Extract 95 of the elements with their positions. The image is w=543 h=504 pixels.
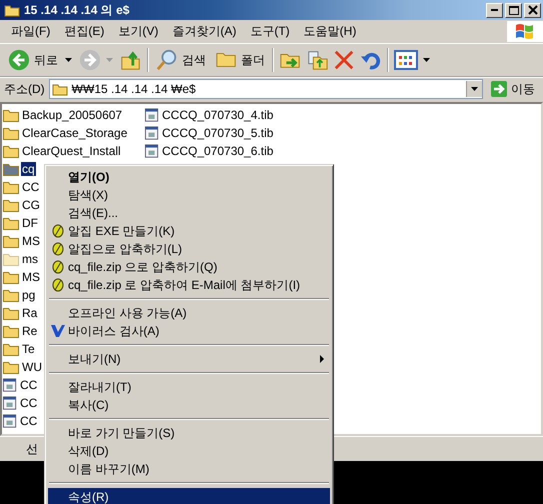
coin-icon	[52, 278, 64, 292]
folder-icon	[3, 198, 19, 212]
dropdown-arrow-icon[interactable]	[65, 58, 72, 62]
maximize-icon	[508, 6, 518, 14]
menu-item[interactable]: cq_file.zip 로 압축하여 E-Mail에 첨부하기(I)	[48, 276, 330, 294]
right-arrow-icon	[491, 81, 507, 97]
file-name[interactable]: cq	[21, 162, 36, 176]
menu-item[interactable]: 알집 EXE 만들기(K)	[48, 222, 330, 240]
file-name[interactable]: Ra	[21, 306, 38, 320]
copy-to-folder-icon[interactable]	[306, 49, 328, 71]
go-button[interactable]: 이동	[487, 80, 539, 98]
address-field[interactable]: ₩₩15 .14 .14 .14 ₩e$	[48, 79, 483, 99]
file-name[interactable]: CC	[19, 414, 38, 428]
close-button[interactable]	[524, 2, 541, 18]
delete-icon[interactable]	[333, 49, 355, 71]
views-icon[interactable]	[394, 49, 418, 71]
menu-item[interactable]: 보내기(N)	[48, 350, 330, 368]
file-name[interactable]: MS	[21, 270, 41, 284]
menu-item[interactable]: 바로 가기 만들기(S)	[48, 424, 330, 442]
coin-icon	[52, 242, 64, 256]
file-name[interactable]: CG	[21, 198, 41, 212]
file-name[interactable]: ClearQuest_Install	[21, 144, 122, 158]
dropdown-arrow-icon[interactable]	[423, 58, 430, 62]
file-name[interactable]: WU	[21, 360, 43, 374]
dropdown-button[interactable]	[466, 81, 482, 97]
window-title: 15 .14 .14 .14 의 e$	[24, 2, 130, 18]
up-folder-icon[interactable]	[120, 49, 142, 71]
coin-icon	[52, 224, 64, 238]
folder-icon	[3, 144, 19, 158]
folder-icon	[3, 324, 19, 338]
back-button[interactable]: 뒤로	[6, 49, 60, 71]
address-label: 주소(D)	[4, 80, 45, 98]
file-icon	[145, 144, 159, 158]
maximize-button[interactable]	[505, 2, 522, 18]
status-text: 선	[26, 440, 38, 458]
minimize-icon	[490, 8, 498, 12]
file-name[interactable]: MS	[21, 234, 41, 248]
file-name[interactable]: Backup_20050607	[21, 108, 124, 122]
menu-item[interactable]: 바이러스 검사(A)	[48, 322, 330, 340]
file-name[interactable]: ClearCase_Storage	[21, 126, 128, 140]
file-name[interactable]: CCCQ_070730_6.tib	[161, 144, 274, 158]
search-icon	[156, 49, 178, 71]
folder-icon	[3, 162, 19, 176]
file-name[interactable]: CC	[19, 396, 38, 410]
file-name[interactable]: Te	[21, 342, 36, 356]
folder-icon	[3, 288, 19, 302]
folder-icon	[52, 82, 68, 96]
folder-icon	[3, 216, 19, 230]
folder-icon	[3, 126, 19, 140]
menu-item[interactable]: 오프라인 사용 가능(A)	[48, 304, 330, 322]
coin-icon	[52, 260, 64, 274]
file-name[interactable]: CC	[21, 180, 40, 194]
file-icon	[145, 126, 159, 140]
menu-item[interactable]: 즐겨찾기(A)	[165, 23, 244, 40]
search-button[interactable]: 검색	[154, 49, 208, 71]
v-mark-icon	[51, 325, 65, 337]
folder-icon	[3, 180, 19, 194]
file-name[interactable]: pg	[21, 288, 36, 302]
file-name[interactable]: ms	[21, 252, 39, 266]
file-icon	[3, 378, 17, 392]
folders-button[interactable]: 폴더	[213, 52, 267, 68]
menu-item[interactable]: 편집(E)	[57, 23, 112, 40]
file-name[interactable]: Re	[21, 324, 38, 338]
menu-item[interactable]: 잘라내기(T)	[48, 378, 330, 396]
folder-icon	[3, 270, 19, 284]
folder-icon	[3, 342, 19, 356]
menu-item[interactable]: 알집으로 압축하기(L)	[48, 240, 330, 258]
file-icon	[145, 108, 159, 122]
menu-item[interactable]: 삭제(D)	[48, 442, 330, 460]
menu-item[interactable]: 보기(V)	[111, 23, 166, 40]
menu-item[interactable]: cq_file.zip 으로 압축하기(Q)	[48, 258, 330, 276]
close-icon	[528, 5, 538, 15]
menu-item[interactable]: 도구(T)	[243, 23, 297, 40]
file-name[interactable]: CCCQ_070730_4.tib	[161, 108, 274, 122]
file-name[interactable]: CC	[19, 378, 38, 392]
file-name[interactable]: CCCQ_070730_5.tib	[161, 126, 274, 140]
folder-icon	[3, 360, 19, 374]
menu-item[interactable]: 탐색(X)	[48, 186, 330, 204]
menu-item[interactable]: 도움말(H)	[296, 23, 364, 40]
menu-item[interactable]: 검색(E)...	[48, 204, 330, 222]
dropdown-arrow-icon	[471, 87, 478, 91]
menu-item[interactable]: 열기(O)	[48, 168, 330, 186]
folder-icon	[215, 52, 237, 68]
folder-icon	[3, 234, 19, 248]
menu-item[interactable]: 이름 바꾸기(M)	[48, 460, 330, 478]
menu-item[interactable]: 속성(R)	[48, 488, 330, 504]
folder-icon	[3, 306, 19, 320]
file-icon	[3, 414, 17, 428]
file-name[interactable]: DF	[21, 216, 39, 230]
folder-icon	[3, 108, 19, 122]
folder-icon	[3, 252, 19, 266]
menu-item[interactable]: 파일(F)	[4, 23, 58, 40]
file-icon	[3, 396, 17, 410]
minimize-button[interactable]	[486, 2, 503, 18]
menu-item[interactable]: 복사(C)	[48, 396, 330, 414]
